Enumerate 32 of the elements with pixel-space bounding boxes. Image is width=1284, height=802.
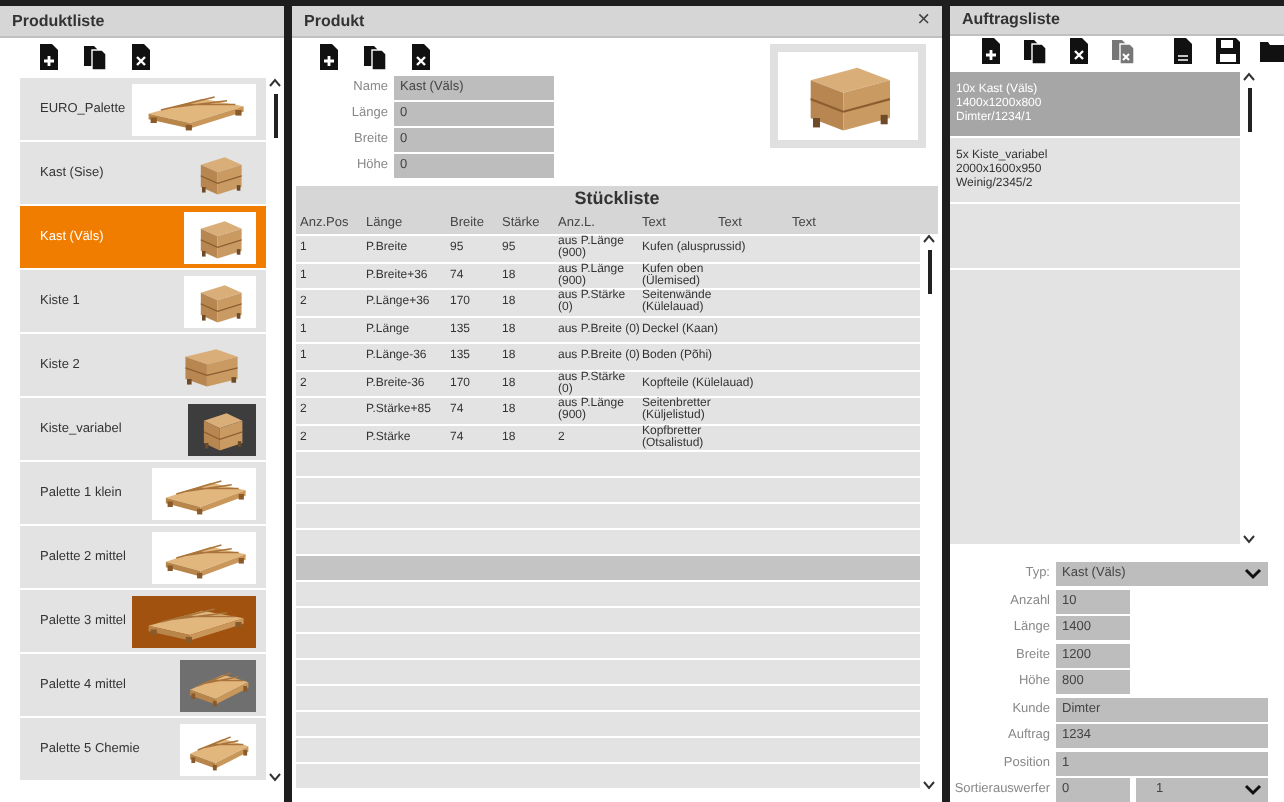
scroll-thumb[interactable] xyxy=(1247,88,1251,132)
save-icon[interactable] xyxy=(1216,38,1240,65)
close-button[interactable]: × xyxy=(917,10,930,32)
delete-file-icon[interactable] xyxy=(130,43,154,69)
scroll-up-icon[interactable] xyxy=(922,234,936,244)
stacked-files-x-icon[interactable] xyxy=(1112,38,1136,65)
chevron-down-icon xyxy=(1244,568,1262,580)
scroll-down-icon[interactable] xyxy=(268,772,282,782)
copy-icon[interactable] xyxy=(364,43,388,69)
scroll-thumb[interactable] xyxy=(273,94,277,138)
copy-icon[interactable] xyxy=(84,43,108,69)
chevron-down-icon xyxy=(1244,784,1262,796)
panel-title: Produkt xyxy=(304,9,365,33)
scrollbar[interactable] xyxy=(920,234,938,790)
new-file-icon[interactable] xyxy=(38,43,62,69)
panel-title: Auftragsliste xyxy=(962,7,1060,32)
table-title: Stückliste xyxy=(296,186,938,212)
new-file-icon[interactable] xyxy=(980,38,1004,65)
copy-icon[interactable] xyxy=(1024,38,1048,65)
scrollbar[interactable] xyxy=(266,78,284,782)
scroll-thumb[interactable] xyxy=(927,250,931,294)
scroll-up-icon[interactable] xyxy=(268,78,282,88)
delete-file-icon[interactable] xyxy=(1068,38,1092,65)
document-icon[interactable] xyxy=(1172,38,1196,65)
delete-file-icon[interactable] xyxy=(410,43,434,69)
scrollbar[interactable] xyxy=(1240,72,1258,544)
scroll-down-icon[interactable] xyxy=(922,780,936,790)
scroll-down-icon[interactable] xyxy=(1242,534,1256,544)
new-file-icon[interactable] xyxy=(318,43,342,69)
scroll-up-icon[interactable] xyxy=(1242,72,1256,82)
folder-icon[interactable] xyxy=(1260,38,1284,65)
panel-title: Produktliste xyxy=(12,9,105,33)
